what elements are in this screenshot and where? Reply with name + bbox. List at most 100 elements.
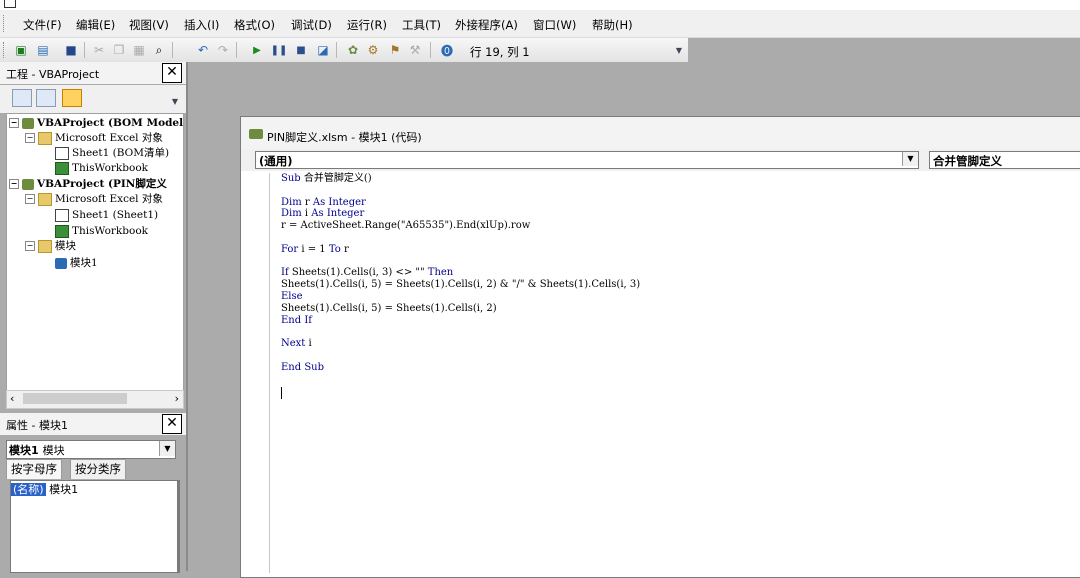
chevron-down-icon[interactable]: ▼ [902, 152, 918, 166]
scroll-left-icon[interactable]: ‹ [10, 392, 14, 405]
collapse-icon[interactable]: − [9, 118, 19, 128]
code-editor[interactable]: Sub 合并管脚定义() Dim r As Integer Dim i As Int… [281, 173, 1080, 573]
view-code-icon[interactable] [12, 89, 32, 107]
text-caret [281, 387, 282, 399]
object-browser-icon[interactable]: ⚑ [386, 41, 404, 59]
menubar-grip[interactable] [3, 15, 7, 32]
menu-tools[interactable]: 工具(T) [402, 17, 441, 33]
tree-item-sheet1[interactable]: Sheet1 (Sheet1) [55, 208, 158, 223]
collapse-icon[interactable]: − [25, 194, 35, 204]
code-margin[interactable] [255, 173, 270, 573]
close-icon[interactable]: ✕ [162, 414, 182, 434]
menu-window[interactable]: 窗口(W) [533, 17, 576, 33]
paste-icon[interactable]: ▦ [130, 41, 148, 59]
collapse-icon[interactable]: − [9, 179, 19, 189]
property-row-name[interactable]: (名称) 模块1 [11, 482, 78, 497]
code-line[interactable] [281, 326, 1080, 338]
code-line[interactable]: Dim r As Integer [281, 197, 1080, 209]
toolbox-icon[interactable]: ⚒ [406, 41, 424, 59]
object-combo-value: (通用) [259, 154, 293, 168]
properties-title: 属性 - 模块1 [6, 419, 68, 432]
menu-view[interactable]: 视图(V) [129, 17, 169, 33]
menu-insert[interactable]: 插入(I) [184, 17, 219, 33]
menu-help[interactable]: 帮助(H) [592, 17, 633, 33]
code-text: Sheets(1).Cells(i, 3) <> "" [291, 267, 428, 279]
code-line[interactable]: End Sub [281, 362, 1080, 374]
tree-item-thisworkbook[interactable]: ThisWorkbook [55, 224, 148, 239]
menu-addins[interactable]: 外接程序(A) [455, 17, 518, 33]
code-line[interactable]: Sub 合并管脚定义() [281, 173, 1080, 185]
scrollbar-thumb[interactable] [23, 393, 127, 404]
chevron-down-icon[interactable]: ▼ [172, 97, 178, 106]
reset-icon[interactable]: ■ [292, 41, 310, 59]
design-mode-icon[interactable]: ◪ [314, 41, 332, 59]
tree-item-excel-objects[interactable]: − Microsoft Excel 对象 [25, 192, 163, 207]
run-icon[interactable]: ▶ [248, 41, 266, 59]
code-line[interactable] [281, 256, 1080, 268]
code-line[interactable]: r = ActiveSheet.Range("A65535").End(xlUp… [281, 220, 1080, 232]
tree-item-thisworkbook[interactable]: ThisWorkbook [55, 161, 148, 176]
tree-horizontal-scrollbar[interactable]: ‹ › [6, 390, 184, 409]
menu-bar: 文件(F) 编辑(E) 视图(V) 插入(I) 格式(O) 调试(D) 运行(R… [0, 10, 1080, 38]
tree-item-modules-folder[interactable]: − 模块 [25, 239, 76, 254]
vba-project-icon [249, 129, 263, 139]
collapse-icon[interactable]: − [25, 241, 35, 251]
help-icon[interactable]: ⓿ [438, 41, 456, 59]
menu-run[interactable]: 运行(R) [347, 17, 387, 33]
copy-icon[interactable]: ❐ [110, 41, 128, 59]
toolbar-options-icon[interactable]: ▼ [676, 46, 682, 55]
excel-view-icon[interactable]: ▣ [12, 41, 30, 59]
code-keyword: For [281, 243, 302, 255]
menu-debug[interactable]: 调试(D) [291, 17, 332, 33]
view-object-icon[interactable] [36, 89, 56, 107]
property-value[interactable]: 模块1 [49, 483, 78, 496]
code-line[interactable]: If Sheets(1).Cells(i, 3) <> "" Then [281, 267, 1080, 279]
menu-format[interactable]: 格式(O) [234, 17, 275, 33]
code-line[interactable]: Sheets(1).Cells(i, 5) = Sheets(1).Cells(… [281, 279, 1080, 291]
tree-item-excel-objects[interactable]: − Microsoft Excel 对象 [25, 131, 163, 146]
tree-item-vbaproject-bom[interactable]: − VBAProject (BOM Model [9, 116, 183, 131]
scroll-right-icon[interactable]: › [175, 392, 179, 405]
object-selector[interactable]: 模块1 模块 ▼ [6, 440, 176, 459]
properties-grid: (名称) 模块1 [10, 480, 180, 573]
procedure-combo[interactable]: 合并管脚定义 [929, 151, 1080, 169]
break-icon[interactable]: ❚❚ [270, 41, 288, 59]
insert-module-icon[interactable]: ▤ [34, 41, 52, 59]
code-keyword: End If [281, 314, 312, 326]
code-line[interactable] [281, 185, 1080, 197]
menu-file[interactable]: 文件(F) [23, 17, 62, 33]
code-text: Sheets(1).Cells(i, 5) = Sheets(1).Cells(… [281, 302, 497, 314]
code-line[interactable]: For i = 1 To r [281, 244, 1080, 256]
toolbar-separator [84, 42, 85, 58]
project-explorer-icon[interactable]: ✿ [344, 41, 362, 59]
workbook-icon [55, 224, 69, 238]
code-line[interactable]: Else [281, 291, 1080, 303]
cut-icon[interactable]: ✂ [90, 41, 108, 59]
tab-alphabetic[interactable]: 按字母序 [6, 459, 62, 479]
tab-categorized[interactable]: 按分类序 [70, 459, 126, 479]
toolbar-grip[interactable] [3, 42, 7, 58]
collapse-icon[interactable]: − [25, 133, 35, 143]
tree-item-vbaproject-pin[interactable]: − VBAProject (PIN脚定义 [9, 177, 167, 192]
toolbar-separator [430, 42, 431, 58]
redo-icon[interactable]: ↷ [214, 41, 232, 59]
object-combo[interactable]: (通用) ▼ [255, 151, 919, 169]
toggle-folders-icon[interactable] [62, 89, 82, 107]
save-icon[interactable]: ■ [62, 41, 80, 59]
tree-item-module1[interactable]: 模块1 [55, 256, 98, 271]
undo-icon[interactable]: ↶ [194, 41, 212, 59]
code-line[interactable]: Dim i As Integer [281, 208, 1080, 220]
code-line[interactable] [281, 350, 1080, 362]
code-line[interactable] [281, 232, 1080, 244]
code-line[interactable]: Sheets(1).Cells(i, 5) = Sheets(1).Cells(… [281, 303, 1080, 315]
menu-edit[interactable]: 编辑(E) [76, 17, 115, 33]
vba-project-icon [22, 178, 34, 190]
find-icon[interactable]: ⌕ [150, 41, 168, 59]
properties-window-icon[interactable]: ⚙ [364, 41, 382, 59]
chevron-down-icon[interactable]: ▼ [159, 441, 175, 456]
code-line[interactable]: Next i [281, 338, 1080, 350]
code-line[interactable]: End If [281, 315, 1080, 327]
close-icon[interactable]: ✕ [162, 63, 182, 83]
project-explorer-toolbar: ▼ [0, 85, 186, 113]
tree-item-sheet1-bom[interactable]: Sheet1 (BOM清单) [55, 146, 169, 161]
